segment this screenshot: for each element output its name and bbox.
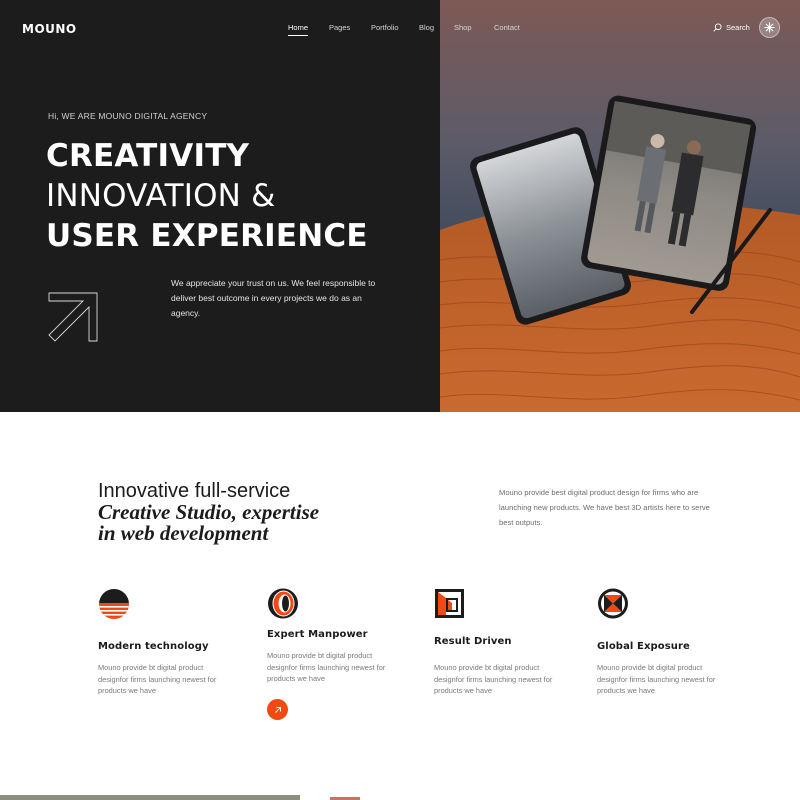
frame-box-icon [435, 589, 464, 618]
hero-heading-line-1: CREATIVITY [46, 138, 250, 174]
nav-item-portfolio[interactable]: Portfolio [371, 23, 399, 32]
menu-button[interactable] [759, 17, 780, 38]
feature-title: Expert Manpower [267, 629, 368, 640]
hero-dark-panel: MOUNO Hi, WE ARE MOUNO DIGITAL AGENCY CR… [0, 0, 440, 412]
feature-title: Global Exposure [597, 641, 690, 652]
search-button[interactable]: Search [713, 23, 750, 32]
feature-arrow-button[interactable] [267, 699, 288, 720]
hero-description: We appreciate your trust on us. We feel … [171, 278, 376, 318]
feature-description: Mouno provide bt digital product designf… [98, 663, 217, 696]
next-section-preview [0, 795, 360, 800]
striped-circle-icon [99, 589, 129, 619]
hero-image [440, 0, 800, 412]
about-heading: Innovative full-service Creative Studio,… [98, 481, 319, 544]
nav-item-pages[interactable]: Pages [329, 23, 350, 32]
about-heading-italic-1: Creative Studio, expertise [98, 500, 320, 524]
nav-item-shop[interactable]: Shop [454, 23, 472, 32]
arrow-up-right-icon [48, 292, 98, 342]
about-heading-italic-2: in web development [98, 521, 269, 545]
hero-heading-line-3: USER EXPERIENCE [46, 218, 368, 254]
search-label: Search [726, 23, 750, 32]
brand-logo[interactable]: MOUNO [22, 22, 77, 36]
hero-tagline: Hi, WE ARE MOUNO DIGITAL AGENCY [48, 111, 208, 121]
arrow-up-right-icon [274, 706, 281, 713]
about-description: Mouno provide best digital product desig… [499, 488, 710, 527]
feature-description: Mouno provide bt digital product designf… [597, 663, 716, 696]
hero-section: MOUNO Hi, WE ARE MOUNO DIGITAL AGENCY CR… [0, 0, 800, 412]
search-icon [713, 23, 722, 32]
feature-title: Result Driven [434, 636, 512, 647]
nav-item-home[interactable]: Home [288, 23, 309, 36]
asterisk-menu-icon [764, 22, 775, 33]
about-heading-plain: Innovative full-service [98, 480, 291, 502]
feature-title: Modern technology [98, 641, 209, 652]
hero-heading-line-2: INNOVATION & [46, 178, 276, 214]
globe-cross-icon [598, 588, 628, 619]
ring-icon [268, 588, 298, 619]
feature-description: Mouno provide bt digital product designf… [434, 663, 553, 696]
tablets-desert-illustration [440, 0, 800, 412]
nav-item-contact[interactable]: Contact [494, 23, 520, 32]
nav-item-blog[interactable]: Blog [419, 23, 434, 32]
feature-description: Mouno provide bt digital product designf… [267, 651, 386, 684]
